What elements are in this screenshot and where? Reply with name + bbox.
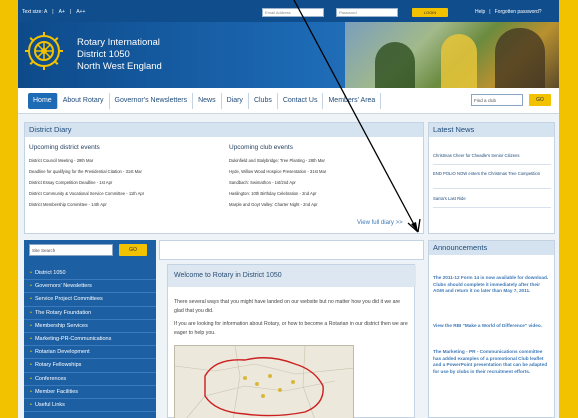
club-event[interactable]: Hyde, Willow Wood Hospice Presentation -… <box>229 169 326 174</box>
text-size-larger[interactable]: A+ <box>59 9 65 15</box>
district-event[interactable]: District Council Meeting - 29th Mar <box>29 158 93 163</box>
nav-members-area[interactable]: Members' Area <box>323 93 382 109</box>
left-sidebar: Site Search GO • District 1050 • Governors… <box>24 240 156 418</box>
district-event[interactable]: District Essay Competition Deadline - 1s… <box>29 180 112 185</box>
sidebar-item-member-facilities[interactable]: • Member Facilities <box>24 386 156 399</box>
announcement-item[interactable]: The 2011-12 Form 14 is now available for… <box>433 275 551 295</box>
club-events-heading: Upcoming club events <box>229 144 293 151</box>
latest-news-panel: Latest News Christmas Cheer for Cheadle'… <box>428 122 555 234</box>
welcome-paragraph-2: If you are looking for information about… <box>174 321 408 336</box>
nav-news[interactable]: News <box>193 93 222 109</box>
welcome-title: Welcome to Rotary in District 1050 <box>168 265 416 287</box>
header-photo <box>345 22 559 88</box>
login-button[interactable]: LOGIN <box>412 8 448 17</box>
district-map[interactable] <box>174 345 354 418</box>
news-item[interactable]: Santa's Last Ride <box>433 196 551 202</box>
announcements-title: Announcements <box>429 241 554 255</box>
district-event[interactable]: District Community & Vocational Service … <box>29 191 144 196</box>
right-gold-margin <box>559 0 578 418</box>
nav-contact-us[interactable]: Contact Us <box>278 93 324 109</box>
view-full-diary-link[interactable]: View full diary >> <box>357 220 403 226</box>
site-page: Text size: A | A+ | A++ Email Address Pa… <box>18 0 559 418</box>
sidebar-item-rotarian-development[interactable]: • Rotarian Development <box>24 346 156 360</box>
brand-title: Rotary International District 1050 North… <box>77 37 162 72</box>
sidebar-menu: • District 1050 • Governors' Newsletters •… <box>24 267 156 413</box>
welcome-header-strip <box>159 240 424 260</box>
sidebar-item-rotary-foundation[interactable]: • The Rotary Foundation <box>24 307 156 320</box>
district-event[interactable]: District Membership Committee - 14th Apr <box>29 202 107 207</box>
announcement-item[interactable]: The Marketing - PR - Communications comm… <box>433 349 551 375</box>
help-link[interactable]: Help <box>475 9 485 15</box>
nav-governors-newsletters[interactable]: Governor's Newsletters <box>110 93 194 109</box>
sidebar-item-marketing-pr[interactable]: • Marketing-PR-Communications <box>24 333 156 347</box>
district-events-heading: Upcoming district events <box>29 144 100 151</box>
announcement-item[interactable]: View the RBI "Make a World of Difference… <box>433 323 551 330</box>
news-item[interactable]: Christmas Cheer for Cheadle's Senior Cit… <box>433 153 551 159</box>
text-size-default[interactable]: Text size: A <box>22 9 47 15</box>
sidebar-item-governors-newsletters[interactable]: • Governors' Newsletters <box>24 280 156 294</box>
utility-bar: Text size: A | A+ | A++ Email Address Pa… <box>18 0 559 22</box>
find-club-go-button[interactable]: GO <box>529 94 551 106</box>
nav-home[interactable]: Home <box>28 93 58 109</box>
district-event[interactable]: Deadline for qualifying for the Presiden… <box>29 169 142 174</box>
club-event[interactable]: Dukinfield and Stalybridge: Tree Plantin… <box>229 158 325 163</box>
site-search-input[interactable]: Site Search <box>29 244 113 256</box>
latest-news-title: Latest News <box>429 123 554 137</box>
welcome-box: Welcome to Rotary in District 1050 There… <box>167 264 416 418</box>
left-gold-margin <box>0 0 18 418</box>
sidebar-item-useful-links[interactable]: • Useful Links <box>24 399 156 413</box>
main-nav: Home About Rotary Governor's Newsletters… <box>18 88 559 114</box>
email-field[interactable]: Email Address <box>262 8 324 17</box>
club-event[interactable]: Sandbach: Swimathon - 1st/2nd Apr <box>229 180 296 185</box>
sidebar-item-membership-services[interactable]: • Membership Services <box>24 320 156 333</box>
help-links: Help | Forgotten password? <box>475 9 542 15</box>
sidebar-item-conferences[interactable]: • Conferences <box>24 373 156 386</box>
site-search-go-button[interactable]: GO <box>119 244 147 256</box>
district-diary-panel: District Diary Upcoming district events … <box>24 122 424 234</box>
forgotten-password-link[interactable]: Forgotten password? <box>495 9 542 15</box>
text-size-controls: Text size: A | A+ | A++ <box>22 9 86 15</box>
news-item[interactable]: END POLIO NOW enters the Christmas Tree … <box>433 171 551 177</box>
nav-clubs[interactable]: Clubs <box>249 93 278 109</box>
announcements-panel: Announcements The 2011-12 Form 14 is now… <box>428 240 555 418</box>
news-divider <box>433 164 551 165</box>
club-event[interactable]: Haslington: 10th Birthday Celebration - … <box>229 191 317 196</box>
news-divider <box>433 207 551 208</box>
password-field[interactable]: Password <box>336 8 398 17</box>
sidebar-item-rotary-fellowships[interactable]: • Rotary Fellowships <box>24 359 156 373</box>
sidebar-item-service-project-committees[interactable]: • Service Project Committees <box>24 293 156 307</box>
text-size-largest[interactable]: A++ <box>76 9 85 15</box>
rotary-wheel-icon[interactable] <box>24 31 64 71</box>
nav-diary[interactable]: Diary <box>222 93 249 109</box>
district-diary-title: District Diary <box>25 123 423 137</box>
news-divider <box>433 188 551 189</box>
find-club-input[interactable]: Find a club <box>471 94 523 106</box>
club-event[interactable]: Marple and Goyt Valley: Charter Night - … <box>229 202 318 207</box>
nav-about-rotary[interactable]: About Rotary <box>58 93 110 109</box>
welcome-paragraph-1: There several ways that you might have l… <box>174 299 401 314</box>
sidebar-item-district-1050[interactable]: • District 1050 <box>24 267 156 281</box>
site-header: Rotary International District 1050 North… <box>18 22 559 88</box>
district-map-image <box>175 346 353 418</box>
welcome-column: Welcome to Rotary in District 1050 There… <box>159 240 424 418</box>
